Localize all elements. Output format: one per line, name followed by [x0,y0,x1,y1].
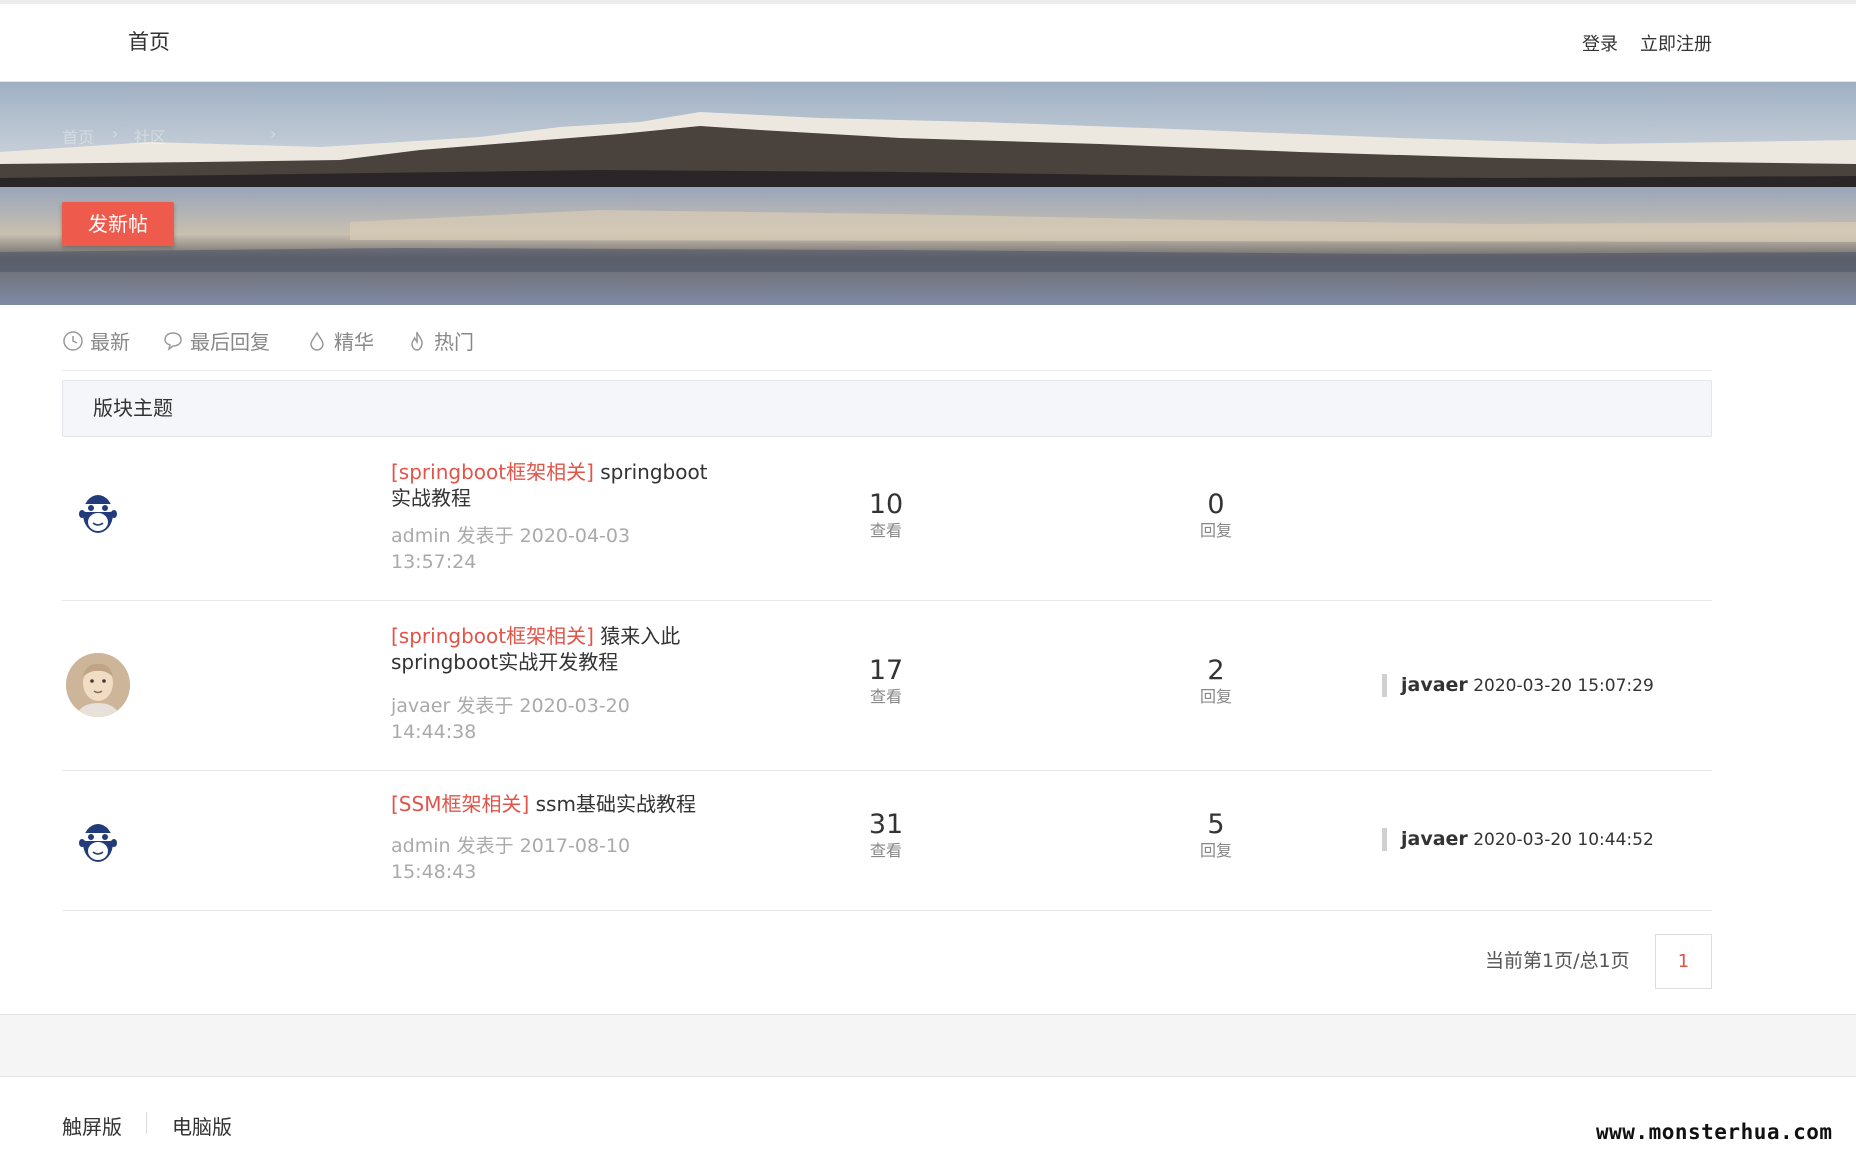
thread-title[interactable]: [springboot框架相关] springboot实战教程 [391,459,721,511]
view-count: 17 查看 [846,655,926,707]
tab-hot[interactable]: 热门 [406,326,474,355]
last-reply-time: 2020-03-20 10:44:52 [1473,830,1654,850]
pagination-info: 当前第1页/总1页 [1485,950,1630,972]
thread-title[interactable]: [SSM框架相关] ssm基础实战教程 [391,791,751,817]
monkey-logo-icon [79,495,117,533]
divider [62,370,1712,371]
avatar[interactable] [66,653,130,717]
reply-count-value: 2 [1207,655,1225,686]
reply-count-value: 0 [1207,489,1225,520]
page-number-button[interactable]: 1 [1655,934,1712,989]
reply-count-label: 回复 [1199,841,1232,860]
view-count-value: 10 [868,489,904,520]
reply-count: 2 回复 [1176,655,1256,707]
thread-title-text[interactable]: ssm基础实战教程 [536,792,696,816]
login-link[interactable]: 登录 [1582,30,1618,56]
new-post-button[interactable]: 发新帖 [62,202,174,246]
tab-latest[interactable]: 最新 [62,326,130,355]
footer-band [0,1014,1856,1077]
view-count-value: 17 [868,655,904,686]
pc-version-link[interactable]: 电脑版 [172,1111,232,1140]
view-count-label: 查看 [869,521,902,540]
tab-last-reply-label: 最后回复 [190,330,270,354]
footer-divider [146,1112,147,1134]
tab-hot-label: 热门 [434,330,474,354]
reply-count-value: 5 [1207,809,1225,840]
thread-category[interactable]: [SSM框架相关] [391,792,529,816]
nav-home-link[interactable]: 首页 [128,26,170,56]
table-row: [springboot框架相关] 猿来入此springboot实战开发教程 ja… [62,601,1712,771]
user-photo-avatar [66,653,130,717]
view-count-label: 查看 [869,841,902,860]
thread-meta: javaer 发表于 2020-03-20 14:44:38 [391,693,661,745]
section-title: 版块主题 [62,380,1712,437]
thread-meta: admin 发表于 2020-04-03 13:57:24 [391,523,661,575]
view-count: 10 查看 [846,489,926,541]
watermark: www.monsterhua.com [1596,1120,1833,1144]
breadcrumb-separator-icon: › [270,124,277,143]
avatar[interactable] [66,813,130,877]
last-reply-user[interactable]: javaer [1401,828,1468,850]
thread-category[interactable]: [springboot框架相关] [391,624,594,648]
tab-featured-label: 精华 [334,330,374,354]
monkey-logo-icon [79,824,117,862]
register-link[interactable]: 立即注册 [1640,30,1712,56]
reply-count: 0 回复 [1176,489,1256,541]
thread-author[interactable]: admin [391,525,451,547]
tab-featured[interactable]: 精华 [306,326,374,355]
reply-count-label: 回复 [1199,687,1232,706]
thread-author[interactable]: javaer [391,695,450,717]
reply-count: 5 回复 [1176,809,1256,861]
touch-version-link[interactable]: 触屏版 [62,1111,122,1140]
last-reply-time: 2020-03-20 15:07:29 [1473,676,1654,696]
flame-icon [411,331,423,351]
table-row: [springboot框架相关] springboot实战教程 admin 发表… [62,437,1712,601]
view-count: 31 查看 [846,809,926,861]
breadcrumb-home[interactable]: 首页 [62,124,94,148]
speech-bubble-icon [164,331,182,351]
tab-last-reply[interactable]: 最后回复 [162,326,270,355]
table-row: [SSM框架相关] ssm基础实战教程 admin 发表于 2017-08-10… [62,771,1712,911]
last-reply-user[interactable]: javaer [1401,674,1468,696]
thread-author[interactable]: admin [391,835,451,857]
breadcrumb-separator-icon: › [112,124,119,143]
tab-latest-label: 最新 [90,330,130,354]
droplet-icon [310,331,324,351]
view-count-label: 查看 [869,687,902,706]
last-reply: javaer 2020-03-20 10:44:52 [1382,828,1654,851]
thread-title[interactable]: [springboot框架相关] 猿来入此springboot实战开发教程 [391,623,721,675]
banner: 首页 › 社区 › 发新帖 [0,82,1856,305]
thread-meta: admin 发表于 2017-08-10 15:48:43 [391,833,661,885]
landscape-banner-image [0,82,1856,305]
avatar[interactable] [66,484,130,548]
thread-posted-label: 发表于 [456,695,514,717]
reply-count-label: 回复 [1199,521,1232,540]
top-nav: 首页 登录 立即注册 [0,4,1856,82]
view-count-value: 31 [868,809,904,840]
last-reply: javaer 2020-03-20 15:07:29 [1382,674,1654,697]
thread-category[interactable]: [springboot框架相关] [391,460,594,484]
thread-posted-label: 发表于 [456,525,514,547]
breadcrumb-forum[interactable]: 社区 [134,124,166,148]
clock-icon [63,330,83,351]
thread-posted-label: 发表于 [456,835,514,857]
